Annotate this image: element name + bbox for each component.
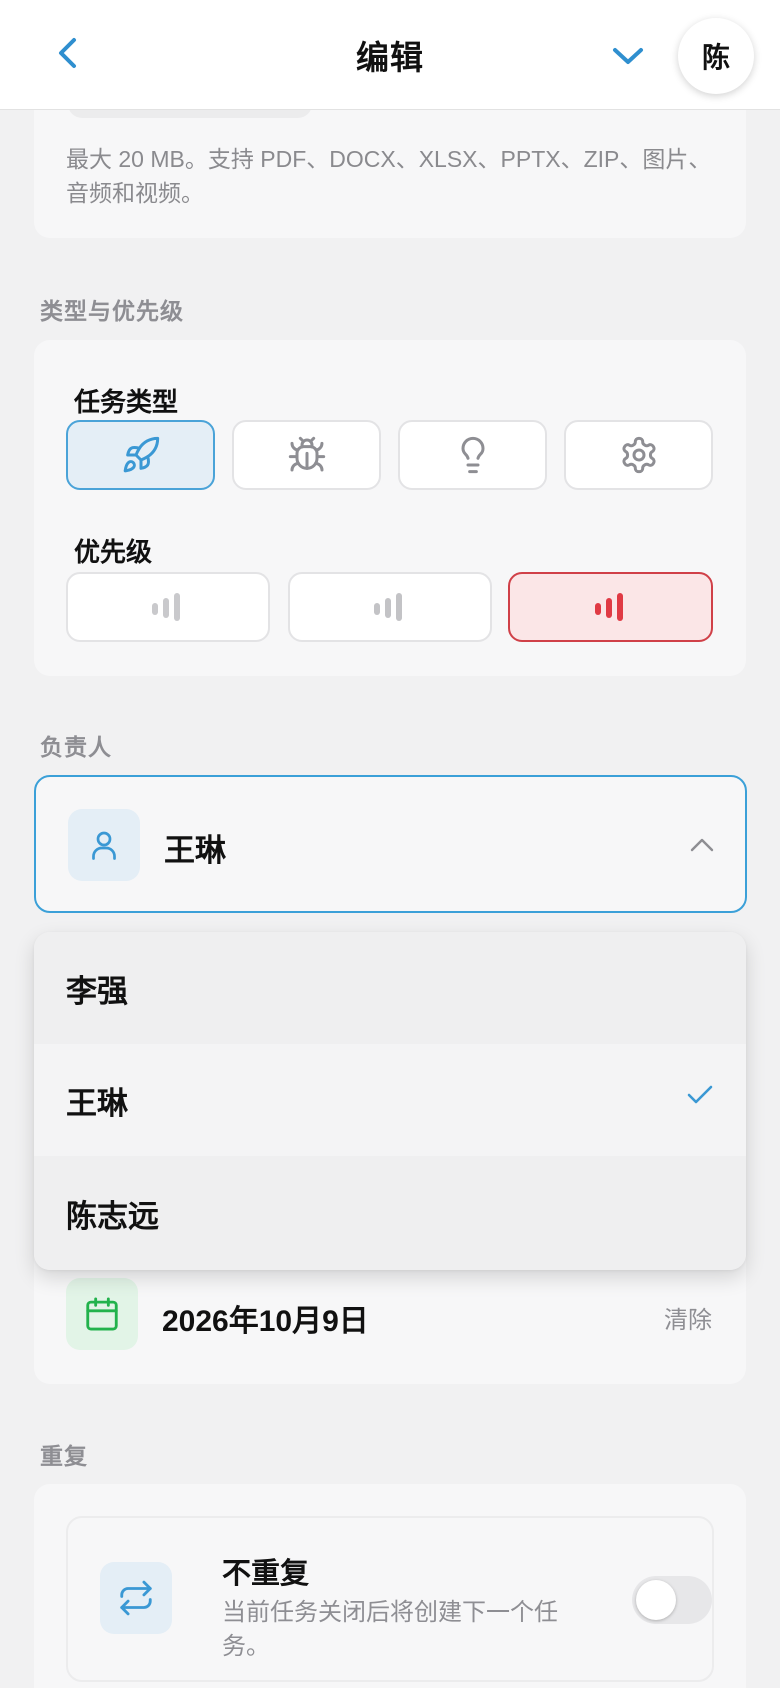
repeat-section-label: 重复 <box>40 1443 88 1469</box>
chevron-down-icon <box>613 48 643 64</box>
lightbulb-icon <box>461 436 484 474</box>
person-chip <box>68 809 140 881</box>
check-icon <box>687 1085 713 1104</box>
assignee-option-label: 陈志远 <box>66 1198 159 1234</box>
back-button[interactable] <box>44 30 90 76</box>
collapse-button[interactable] <box>604 34 652 78</box>
assignee-option-label: 李强 <box>66 973 128 1009</box>
task-type-bug[interactable] <box>232 420 381 490</box>
assignee-option[interactable]: 王琳 <box>34 1044 746 1156</box>
priority-medium[interactable] <box>288 572 492 642</box>
assignee-selected-value: 王琳 <box>164 833 226 868</box>
type-priority-card: 任务类型 优先级 <box>34 340 746 676</box>
repeat-option: 不重复 当前任务关闭后将创建下一个任务。 <box>66 1516 714 1682</box>
chevron-up-icon <box>684 829 720 861</box>
priority-high[interactable] <box>508 572 713 642</box>
type-priority-section-label: 类型与优先级 <box>40 298 184 324</box>
assignee-option-label: 王琳 <box>66 1085 128 1121</box>
page-title: 编辑 <box>356 38 424 76</box>
priority-label: 优先级 <box>74 537 153 567</box>
user-icon <box>92 831 116 860</box>
gear-icon <box>622 436 655 474</box>
user-avatar[interactable]: 陈 <box>678 18 754 94</box>
repeat-chip <box>100 1562 172 1634</box>
assignee-option[interactable]: 陈志远 <box>34 1156 746 1270</box>
bug-icon <box>288 436 325 472</box>
due-date-value[interactable]: 2026年10月9日 <box>162 1296 369 1340</box>
chevron-left-icon <box>59 38 76 68</box>
top-bar: 编辑 陈 <box>0 0 780 110</box>
clear-date-button[interactable]: 清除 <box>664 1300 712 1335</box>
task-type-label: 任务类型 <box>74 387 179 417</box>
assignee-select[interactable]: 王琳 <box>34 775 747 913</box>
repeat-card: 不重复 当前任务关闭后将创建下一个任务。 <box>34 1484 746 1688</box>
date-chip <box>66 1278 138 1350</box>
signal-high-icon <box>594 593 623 621</box>
assignee-option[interactable]: 李强 <box>34 932 746 1044</box>
signal-low-icon <box>152 593 180 621</box>
signal-medium-icon <box>374 593 402 621</box>
repeat-icon <box>120 1580 152 1616</box>
attachment-card: 最大 20 MB。支持 PDF、DOCX、XLSX、PPTX、ZIP、图片、音频… <box>34 90 746 238</box>
assignee-dropdown: 李强 王琳 陈志远 <box>34 932 746 1270</box>
task-type-idea[interactable] <box>398 420 547 490</box>
repeat-title: 不重复 <box>222 1558 310 1590</box>
repeat-description: 当前任务关闭后将创建下一个任务。 <box>222 1599 558 1660</box>
toggle-knob <box>636 1580 676 1620</box>
calendar-icon <box>86 1297 118 1331</box>
repeat-toggle[interactable] <box>632 1576 712 1624</box>
priority-low[interactable] <box>66 572 270 642</box>
assignee-section-label: 负责人 <box>40 734 112 760</box>
rocket-icon <box>123 436 159 473</box>
task-type-settings[interactable] <box>564 420 713 490</box>
task-type-feature[interactable] <box>66 420 215 490</box>
upload-hint: 最大 20 MB。支持 PDF、DOCX、XLSX、PPTX、ZIP、图片、音频… <box>66 146 712 206</box>
